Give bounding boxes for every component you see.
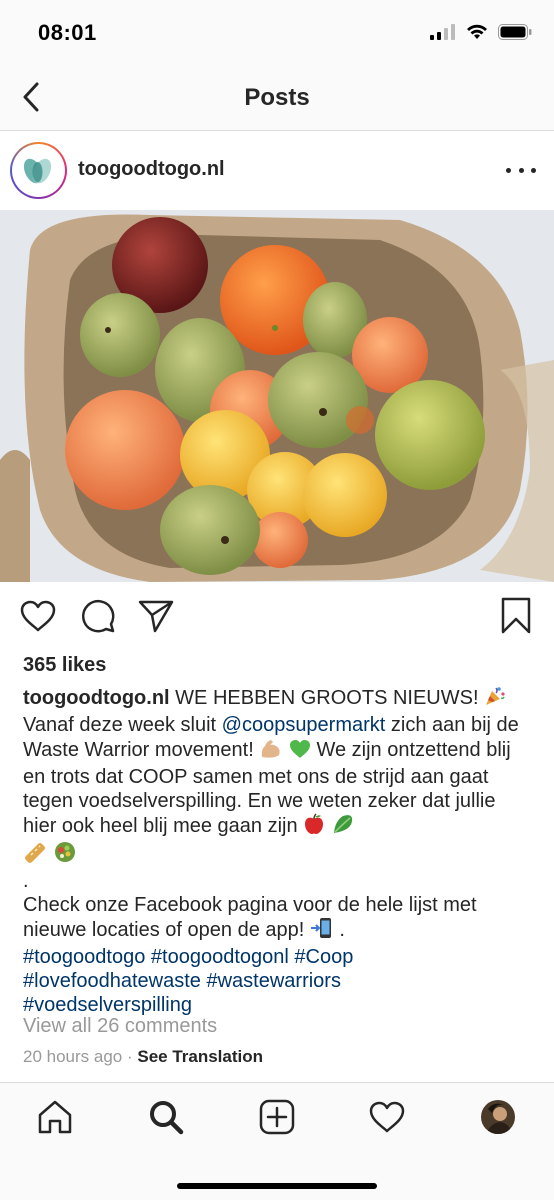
- hashtag-link[interactable]: #wastewarriors: [206, 970, 340, 992]
- post-actions: [0, 596, 554, 640]
- battery-icon: [498, 24, 532, 40]
- view-all-comments-link[interactable]: View all 26 comments: [23, 1015, 217, 1038]
- profile-avatar: [481, 1100, 515, 1134]
- new-post-icon: [259, 1099, 295, 1135]
- tab-new-post[interactable]: [255, 1095, 299, 1139]
- status-time: 08:01: [38, 20, 97, 45]
- post-meta: 20 hours ago · See Translation: [23, 1047, 263, 1067]
- post-username[interactable]: toogoodtogo.nl: [78, 158, 225, 181]
- wifi-icon: [467, 24, 487, 39]
- hashtag-link[interactable]: #toogoodtogonl: [151, 946, 289, 968]
- nav-bar: Posts: [0, 66, 554, 131]
- mobile-arrow-icon: [310, 917, 334, 945]
- meta-separator: ·: [122, 1047, 138, 1066]
- baguette-icon: [23, 841, 47, 869]
- more-horizontal-icon: [506, 167, 511, 173]
- home-indicator[interactable]: [177, 1183, 377, 1189]
- status-bar: 08:01: [0, 0, 554, 66]
- fruit-bag-photo: [0, 210, 554, 582]
- caption-line3: Check onze Facebook pagina voor de hele …: [23, 894, 477, 941]
- activity-heart-icon: [369, 1101, 405, 1133]
- caption-dot: .: [23, 870, 29, 892]
- see-translation-link[interactable]: See Translation: [137, 1047, 263, 1066]
- post-image[interactable]: [0, 210, 554, 582]
- caption-line3-end: .: [333, 919, 345, 941]
- home-icon: [38, 1100, 72, 1134]
- green-heart-icon: [289, 739, 311, 765]
- comment-button[interactable]: [78, 596, 118, 636]
- caption-line2a: Vanaf deze week sluit: [23, 714, 222, 736]
- tab-home[interactable]: [33, 1095, 77, 1139]
- post-caption: toogoodtogo.nl WE HEBBEN GROOTS NIEUWS! …: [23, 685, 533, 1017]
- post-timestamp: 20 hours ago: [23, 1047, 123, 1066]
- flexed-biceps-icon: [259, 737, 283, 765]
- likes-count[interactable]: 365 likes: [23, 654, 106, 677]
- red-apple-icon: [303, 813, 325, 841]
- cellular-signal-icon: [430, 24, 455, 40]
- hashtag-link[interactable]: #lovefoodhatewaste: [23, 970, 201, 992]
- tab-activity[interactable]: [365, 1095, 409, 1139]
- hashtag-link[interactable]: #Coop: [294, 946, 353, 968]
- hashtag-link[interactable]: #voedselverspilling: [23, 994, 192, 1016]
- tab-profile[interactable]: [476, 1095, 520, 1139]
- more-options-button[interactable]: [506, 160, 536, 180]
- leafy-green-icon: [331, 813, 355, 841]
- like-button[interactable]: [18, 596, 58, 636]
- party-popper-icon: [484, 685, 506, 713]
- comment-icon: [81, 599, 115, 633]
- page-title: Posts: [244, 84, 310, 111]
- bottom-tab-bar: [0, 1082, 554, 1200]
- caption-username[interactable]: toogoodtogo.nl: [23, 687, 170, 709]
- bookmark-icon: [501, 597, 531, 634]
- direct-send-icon: [138, 600, 174, 633]
- heart-icon: [20, 600, 56, 632]
- share-button[interactable]: [136, 596, 176, 636]
- tab-search[interactable]: [144, 1095, 188, 1139]
- story-avatar[interactable]: [10, 142, 67, 199]
- mention-link[interactable]: @coopsupermarkt: [222, 714, 386, 736]
- search-icon: [150, 1101, 184, 1135]
- toogoodtogo-logo: [15, 147, 62, 194]
- hashtag-link[interactable]: #toogoodtogo: [23, 946, 145, 968]
- status-icons: [430, 24, 532, 40]
- post-header: toogoodtogo.nl: [0, 132, 554, 210]
- save-button[interactable]: [496, 596, 536, 636]
- salad-icon: [53, 841, 77, 869]
- caption-line1: WE HEBBEN GROOTS NIEUWS!: [169, 687, 485, 709]
